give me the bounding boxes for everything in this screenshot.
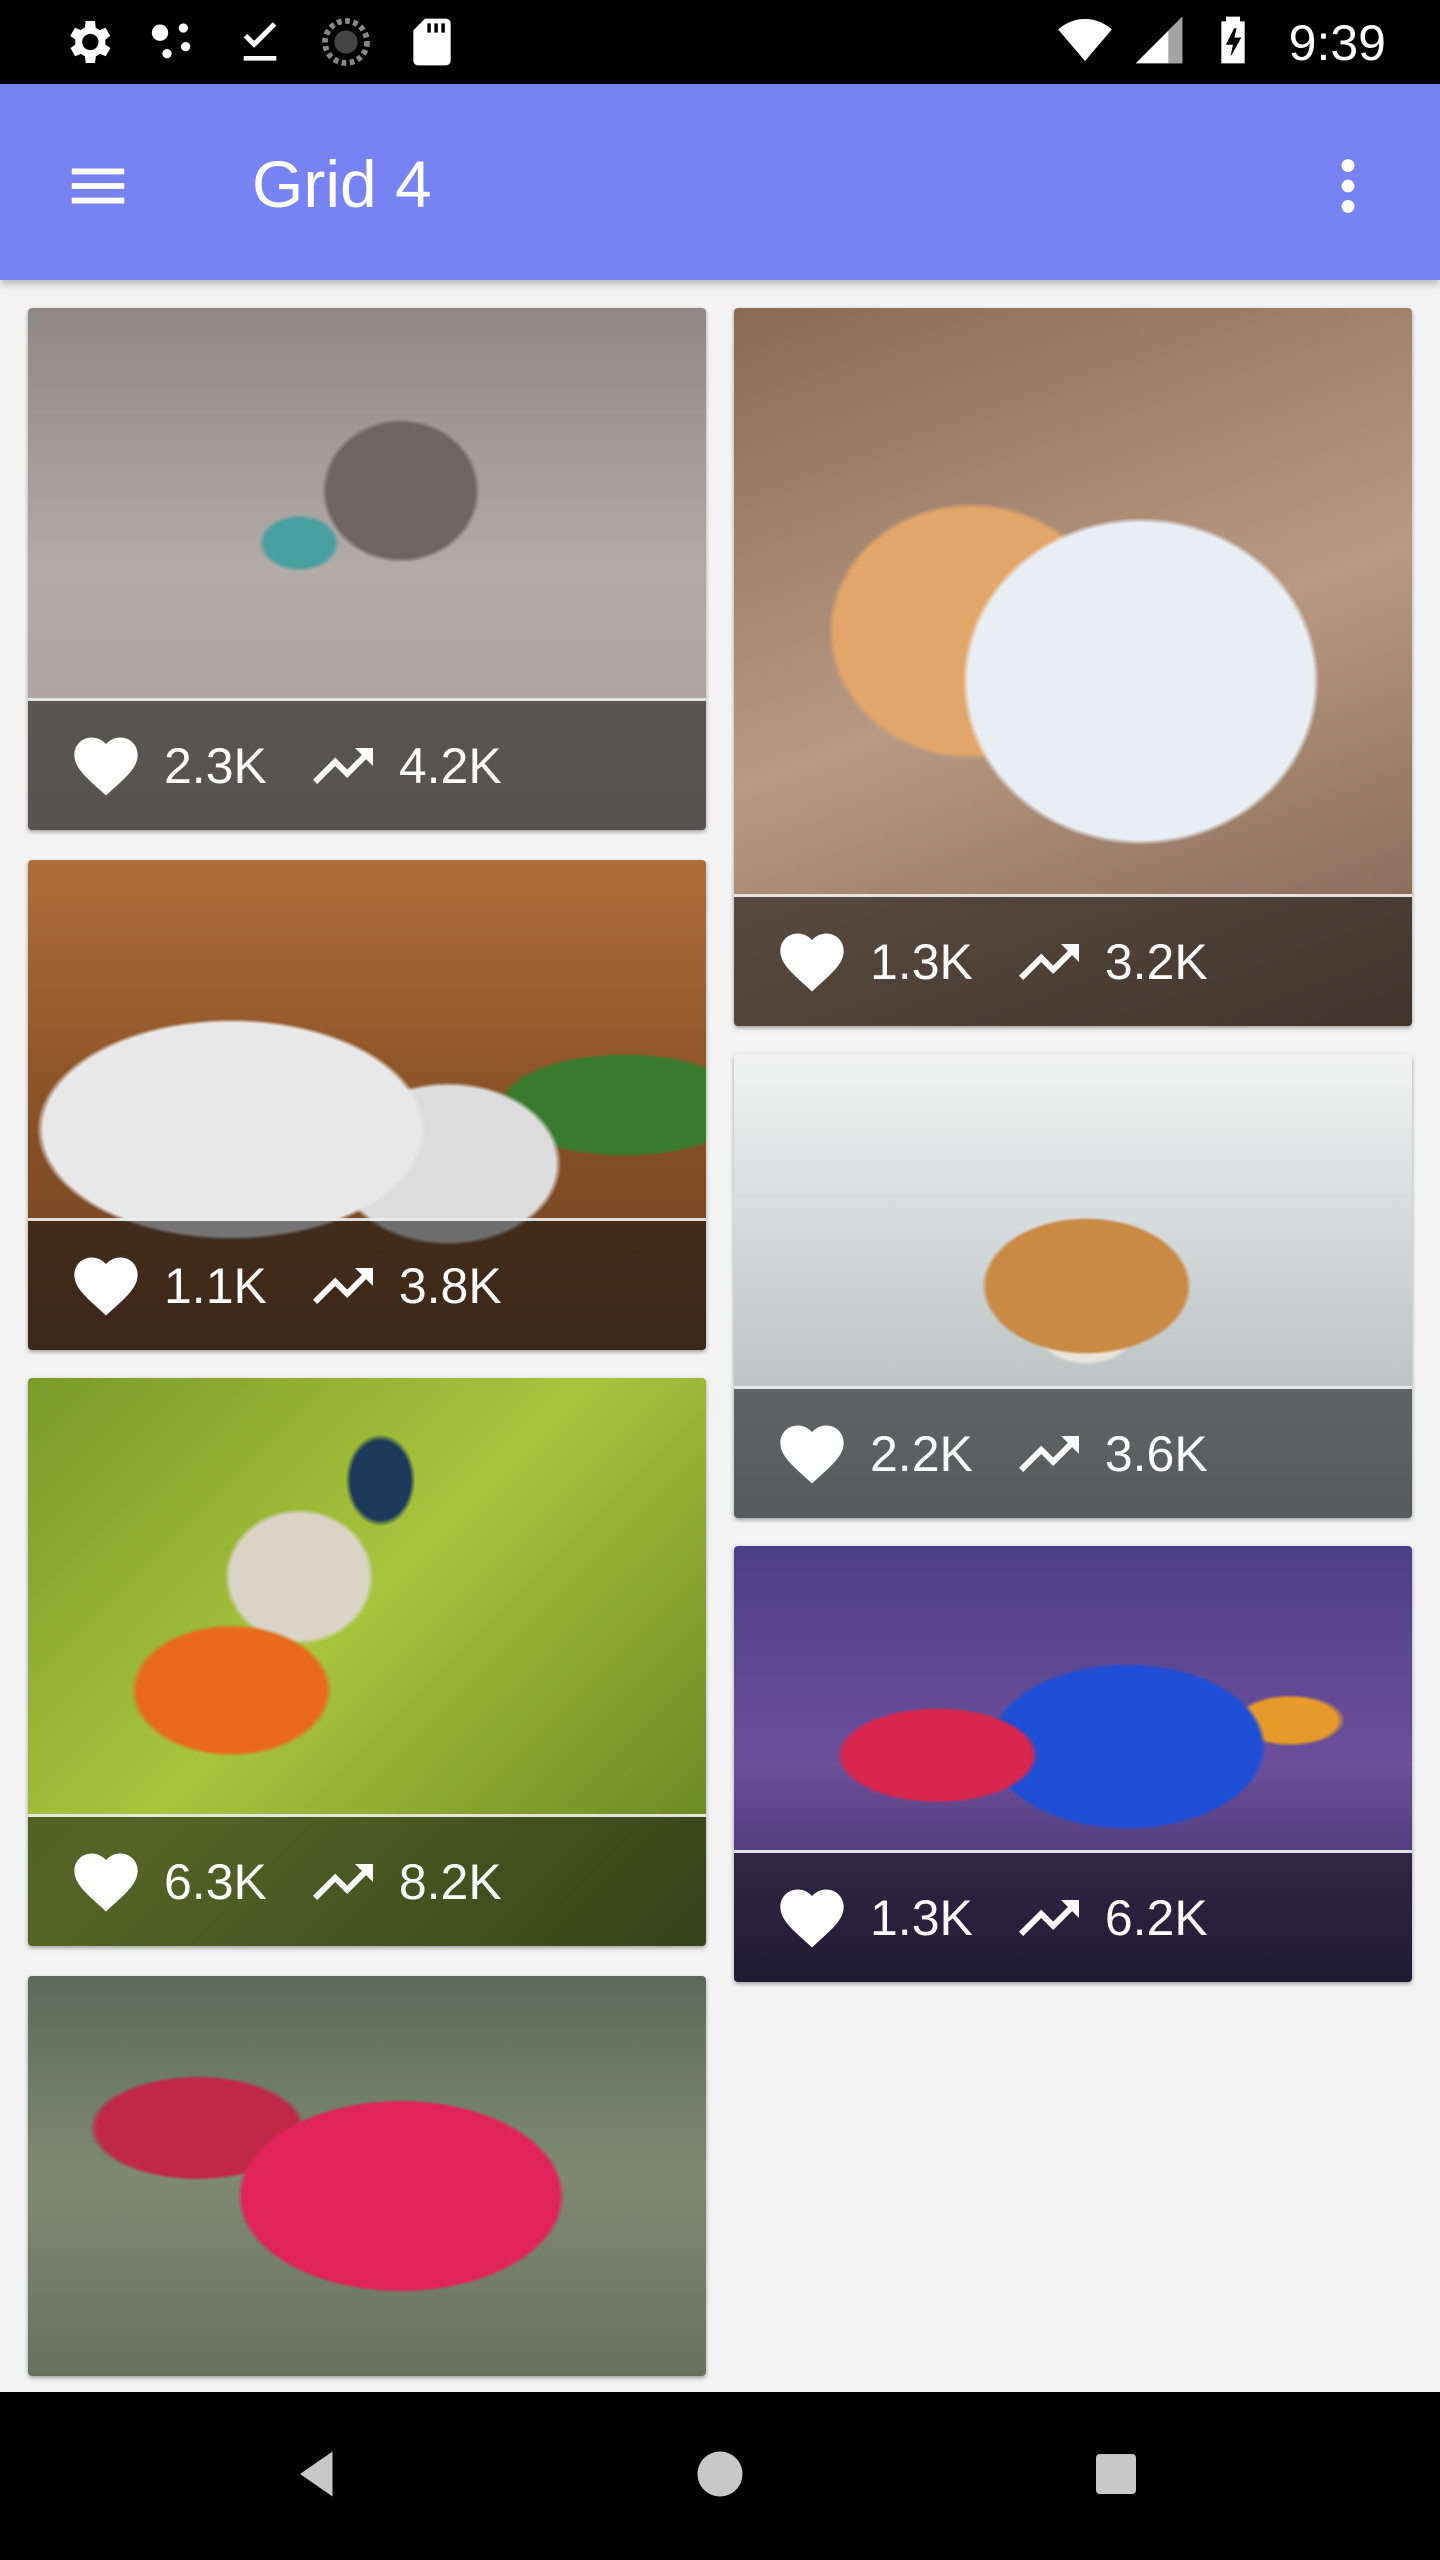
signal-icon xyxy=(1131,12,1187,73)
likes-count: 2.3K xyxy=(164,737,267,794)
likes-count: 1.3K xyxy=(870,1889,973,1946)
heart-icon[interactable] xyxy=(68,1248,144,1324)
trending-up-icon xyxy=(307,1846,379,1918)
trending-up-icon xyxy=(1013,926,1085,998)
heart-icon[interactable] xyxy=(774,1880,850,1956)
overflow-menu-button[interactable] xyxy=(1296,136,1400,240)
wifi-icon xyxy=(1057,12,1113,73)
menu-button[interactable] xyxy=(46,136,150,240)
back-button[interactable] xyxy=(270,2426,370,2526)
sync-icon xyxy=(318,14,374,75)
grid-card-betta-fish[interactable] xyxy=(28,1976,706,2376)
page-title: Grid 4 xyxy=(252,147,432,221)
home-icon xyxy=(690,2444,750,2509)
likes-count: 2.2K xyxy=(870,1425,973,1482)
card-stats-bar: 2.2K 3.6K xyxy=(734,1386,1412,1518)
trending-up-icon xyxy=(1013,1882,1085,1954)
hub-icon xyxy=(146,14,202,75)
trend-count: 4.2K xyxy=(398,737,502,794)
heart-icon[interactable] xyxy=(774,1416,850,1492)
heart-icon[interactable] xyxy=(774,924,850,1000)
likes-count: 1.1K xyxy=(164,1257,267,1314)
system-nav-bar xyxy=(0,2392,1440,2560)
app-bar: Grid 4 xyxy=(0,84,1440,280)
grid-card-snow-tiger[interactable]: 2.2K 3.6K xyxy=(734,1054,1412,1518)
card-stats-bar: 2.3K 4.2K xyxy=(28,698,706,830)
trend-count: 6.2K xyxy=(1104,1889,1208,1946)
likes-count: 6.3K xyxy=(164,1853,267,1910)
likes-count: 1.3K xyxy=(870,933,973,990)
grid-card-white-tigers[interactable]: 1.1K 3.8K xyxy=(28,860,706,1350)
grid-card-mandarin-fish[interactable]: 1.3K 6.2K xyxy=(734,1546,1412,1982)
heart-icon[interactable] xyxy=(68,728,144,804)
more-vert-icon xyxy=(1313,151,1383,226)
trend-count: 3.6K xyxy=(1104,1425,1208,1482)
grid-card-exotic-bird[interactable]: 6.3K 8.2K xyxy=(28,1378,706,1946)
menu-icon xyxy=(63,151,133,226)
status-time: 9:39 xyxy=(1288,14,1386,71)
trending-up-icon xyxy=(307,1250,379,1322)
card-image-betta-fish xyxy=(28,1976,706,2376)
home-button[interactable] xyxy=(670,2426,770,2526)
trend-count: 3.8K xyxy=(398,1257,502,1314)
back-icon xyxy=(290,2444,350,2509)
recents-icon xyxy=(1086,2444,1146,2509)
sd-card-icon xyxy=(404,14,460,75)
download-done-icon xyxy=(232,14,288,75)
card-stats-bar: 6.3K 8.2K xyxy=(28,1814,706,1946)
status-bar: 9:39 xyxy=(0,0,1440,84)
recents-button[interactable] xyxy=(1066,2426,1166,2526)
grid-card-hummingbird[interactable]: 2.3K 4.2K xyxy=(28,308,706,830)
card-stats-bar: 1.3K 6.2K xyxy=(734,1850,1412,1982)
grid-card-round-bird[interactable]: 1.3K 3.2K xyxy=(734,308,1412,1026)
card-stats-bar: 1.1K 3.8K xyxy=(28,1218,706,1350)
heart-icon[interactable] xyxy=(68,1844,144,1920)
trending-up-icon xyxy=(1013,1418,1085,1490)
trend-count: 3.2K xyxy=(1104,933,1208,990)
battery-charging-icon xyxy=(1205,12,1261,73)
card-stats-bar: 1.3K 3.2K xyxy=(734,894,1412,1026)
trend-count: 8.2K xyxy=(398,1853,502,1910)
trending-up-icon xyxy=(307,730,379,802)
settings-icon xyxy=(60,14,116,75)
